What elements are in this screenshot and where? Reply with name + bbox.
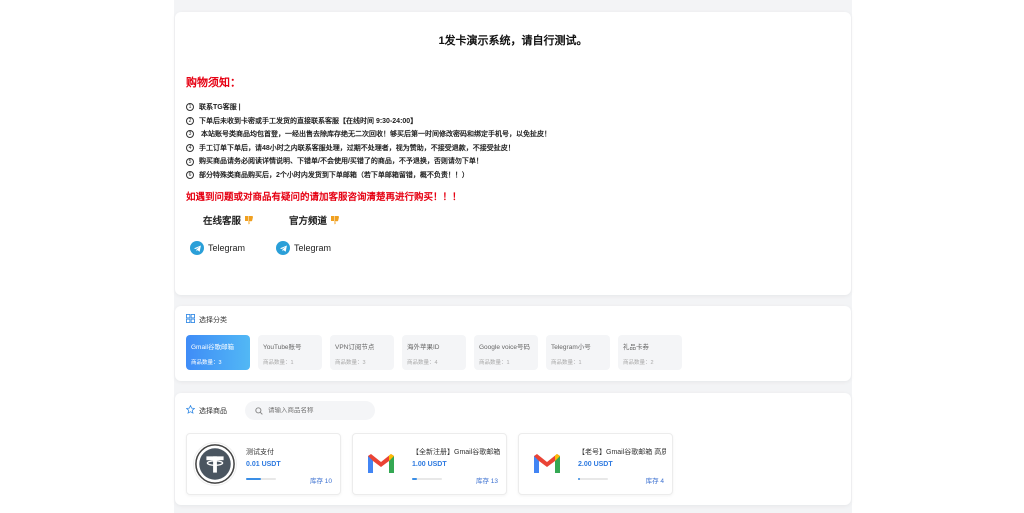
official-channel-label: 官方频道 <box>289 213 340 227</box>
notice-item: 4 手工订单下单后，请48小时之内联系客服处理，过期不处理者，视为赞助，不接受退款… <box>186 142 551 156</box>
grid-icon <box>186 314 195 325</box>
notice-heading: 购物须知： <box>186 77 241 89</box>
star-icon <box>185 404 196 416</box>
goods-search[interactable] <box>245 401 375 420</box>
category-youtube[interactable]: YouTube账号 商品数量：1 <box>258 335 322 370</box>
notice-card: 1发卡演示系统，请自行测试。 购物须知： 1 联系TG客服 | 2 下单后未收到卡密… <box>175 12 851 295</box>
gmail-icon <box>359 442 403 486</box>
category-telegram[interactable]: Telegram小号 商品数量：1 <box>546 335 610 370</box>
telegram-channel-link[interactable]: Telegram <box>276 241 331 255</box>
site-title: 1发卡演示系统，请自行测试。 <box>438 35 588 47</box>
telegram-icon <box>276 241 290 255</box>
goods-item[interactable]: 测试支付 0.01 USDT 库存 10 <box>186 433 341 495</box>
gmail-icon <box>525 442 569 486</box>
notice-item: 1 联系TG客服 | <box>186 101 551 115</box>
notice-item: 5 购买商品请务必阅读详情说明、下错单/不会使用/买错了的商品，不予退换，否则请勿… <box>186 155 551 169</box>
goods-card: 选择商品 测试支付 0.01 USDT 库存 10 <box>175 393 851 505</box>
goods-item[interactable]: 【全新注册】Gmail谷歌邮箱 1.00 USDT 库存 13 <box>352 433 507 495</box>
notice-list: 1 联系TG客服 | 2 下单后未收到卡密或手工发货的直接联系客服【在线时间 9:3… <box>186 101 551 183</box>
stock-bar <box>578 478 608 480</box>
left-margin <box>0 0 174 513</box>
goods-list: 测试支付 0.01 USDT 库存 10 【全新注册】Gmail谷歌邮箱 1.0… <box>186 433 673 495</box>
stock-bar <box>412 478 442 480</box>
right-margin <box>852 0 1024 513</box>
search-input[interactable] <box>268 407 368 414</box>
category-card: 选择分类 Gmail谷歌邮箱 商品数量：3 YouTube账号 商品数量：1 V… <box>175 306 851 381</box>
stock-bar <box>246 478 276 480</box>
category-vpn[interactable]: VPN订阅节点 商品数量：3 <box>330 335 394 370</box>
online-service-label: 在线客服 <box>203 213 254 227</box>
category-gift-card[interactable]: 礼品卡券 商品数量：2 <box>618 335 682 370</box>
thumb-down-icon <box>330 215 340 225</box>
notice-item: 3 本站账号类商品均包首登，一经出售去除库存绝无二次回收！够买后第一时间修改密码… <box>186 128 551 142</box>
goods-item[interactable]: 【老号】Gmail谷歌邮箱 高质量 2.00 USDT 库存 4 <box>518 433 673 495</box>
notice-item: 6 部分特殊类商品购买后，2个小时内发货到下单邮箱（若下单邮箱留错，概不负责！！） <box>186 169 551 183</box>
telegram-service-link[interactable]: Telegram <box>190 241 245 255</box>
search-icon <box>255 402 263 420</box>
notice-warning: 如遇到问题或对商品有疑问的请加客服咨询清楚再进行购买！！！ <box>186 192 462 203</box>
category-apple-id[interactable]: 海外苹果ID 商品数量：4 <box>402 335 466 370</box>
category-section-title: 选择分类 <box>186 314 227 325</box>
goods-section-title: 选择商品 <box>185 404 227 416</box>
category-gmail[interactable]: Gmail谷歌邮箱 商品数量：3 <box>186 335 250 370</box>
category-list: Gmail谷歌邮箱 商品数量：3 YouTube账号 商品数量：1 VPN订阅节… <box>186 335 682 370</box>
category-google-voice[interactable]: Google voice号码 商品数量：1 <box>474 335 538 370</box>
telegram-icon <box>190 241 204 255</box>
thumb-down-icon <box>244 215 254 225</box>
notice-item: 2 下单后未收到卡密或手工发货的直接联系客服【在线时间 9:30-24:00】 <box>186 115 551 129</box>
tether-icon <box>193 442 237 486</box>
